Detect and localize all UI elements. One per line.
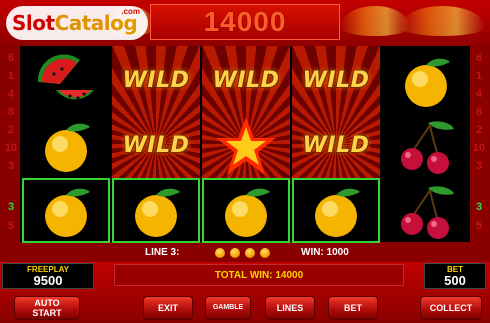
symbol-watermelon [22, 48, 110, 113]
line-number[interactable]: 8 [4, 106, 18, 118]
slotcatalog-logo: Slot Catalog .com [6, 6, 148, 40]
active-line-number[interactable]: 3 [4, 201, 18, 213]
orange-icon [405, 58, 450, 107]
reel-4: WILD WILD [292, 46, 380, 243]
line-number[interactable]: 10 [472, 142, 486, 154]
line-win-label: WIN: 1000 [301, 247, 349, 258]
total-win-text: TOTAL WIN: 14000 [214, 269, 304, 281]
line-number[interactable]: 1 [472, 70, 486, 82]
flame-decoration [340, 6, 410, 36]
autostart-button[interactable]: AUTO START [14, 296, 80, 320]
line-number[interactable]: 10 [4, 142, 18, 154]
orange-mini-icon [245, 248, 255, 258]
wild-label: WILD [122, 133, 190, 158]
symbol-orange [382, 48, 470, 113]
score-value: 14000 [203, 6, 287, 37]
line-number[interactable]: 5 [472, 220, 486, 232]
top-banner: Slot Catalog .com 14000 [0, 0, 490, 46]
watermelon-icon [37, 53, 94, 100]
lines-button[interactable]: LINES [265, 296, 315, 320]
cherries-icon [401, 120, 454, 174]
star-icon [216, 116, 276, 175]
reel-5 [382, 46, 470, 242]
reel-area: WILD WILD WILD WILD WILD [20, 46, 470, 243]
line-number[interactable]: 1 [4, 70, 18, 82]
score-display: 14000 [150, 4, 340, 40]
cherries-icon [401, 185, 454, 239]
orange-icon [225, 188, 270, 237]
symbol-wild: WILD [202, 48, 290, 113]
symbol-orange-winning [292, 178, 380, 243]
symbol-cherries [382, 113, 470, 178]
line-number[interactable]: 5 [4, 220, 18, 232]
line-number[interactable]: 6 [4, 52, 18, 64]
collect-button[interactable]: COLLECT [420, 296, 482, 320]
win-info-line: LINE 3: WIN: 1000 [0, 243, 490, 263]
orange-mini-icon [230, 248, 240, 258]
reel-2: WILD WILD [112, 46, 200, 243]
freeplay-value: 9500 [33, 272, 63, 288]
symbol-wild: WILD [292, 113, 380, 178]
symbol-cherries [382, 178, 470, 243]
line-label: LINE 3: [145, 247, 180, 258]
flame-decoration [400, 6, 485, 36]
bet-button[interactable]: BET [328, 296, 378, 320]
orange-icon [45, 188, 90, 237]
orange-mini-icon [215, 248, 225, 258]
gamble-button[interactable]: GAMBLE [205, 296, 251, 320]
active-line-number[interactable]: 3 [472, 201, 486, 213]
wild-label: WILD [212, 68, 280, 93]
line-number[interactable]: 3 [4, 160, 18, 172]
symbol-wild: WILD [112, 48, 200, 113]
orange-icon [135, 188, 180, 237]
logo-suffix: .com [121, 7, 140, 16]
symbol-wild: WILD [292, 48, 380, 113]
reel-1 [22, 46, 110, 243]
logo-text-slot: Slot [12, 11, 55, 35]
bet-value: 500 [444, 272, 466, 288]
line-number[interactable]: 8 [472, 106, 486, 118]
symbol-orange-winning [202, 178, 290, 243]
wild-label: WILD [122, 68, 190, 93]
symbol-orange-winning [112, 178, 200, 243]
orange-mini-icon [260, 248, 270, 258]
line-number[interactable]: 4 [4, 88, 18, 100]
bet-display: BET 500 [424, 263, 486, 289]
symbol-orange-winning [22, 178, 110, 243]
wild-label: WILD [302, 68, 370, 93]
line-number[interactable]: 3 [472, 160, 486, 172]
freeplay-display: FREEPLAY 9500 [2, 263, 94, 289]
orange-icon [45, 123, 90, 172]
symbol-wild: WILD [112, 113, 200, 178]
orange-icon [315, 188, 360, 237]
reel-3: WILD [202, 46, 290, 243]
line-number[interactable]: 4 [472, 88, 486, 100]
exit-button[interactable]: EXIT [143, 296, 193, 320]
symbol-orange [22, 113, 110, 178]
line-number[interactable]: 2 [472, 124, 486, 136]
wild-label: WILD [302, 133, 370, 158]
symbol-star [202, 113, 290, 178]
line-number[interactable]: 2 [4, 124, 18, 136]
line-number[interactable]: 6 [472, 52, 486, 64]
total-win-display: TOTAL WIN: 14000 [114, 264, 404, 286]
